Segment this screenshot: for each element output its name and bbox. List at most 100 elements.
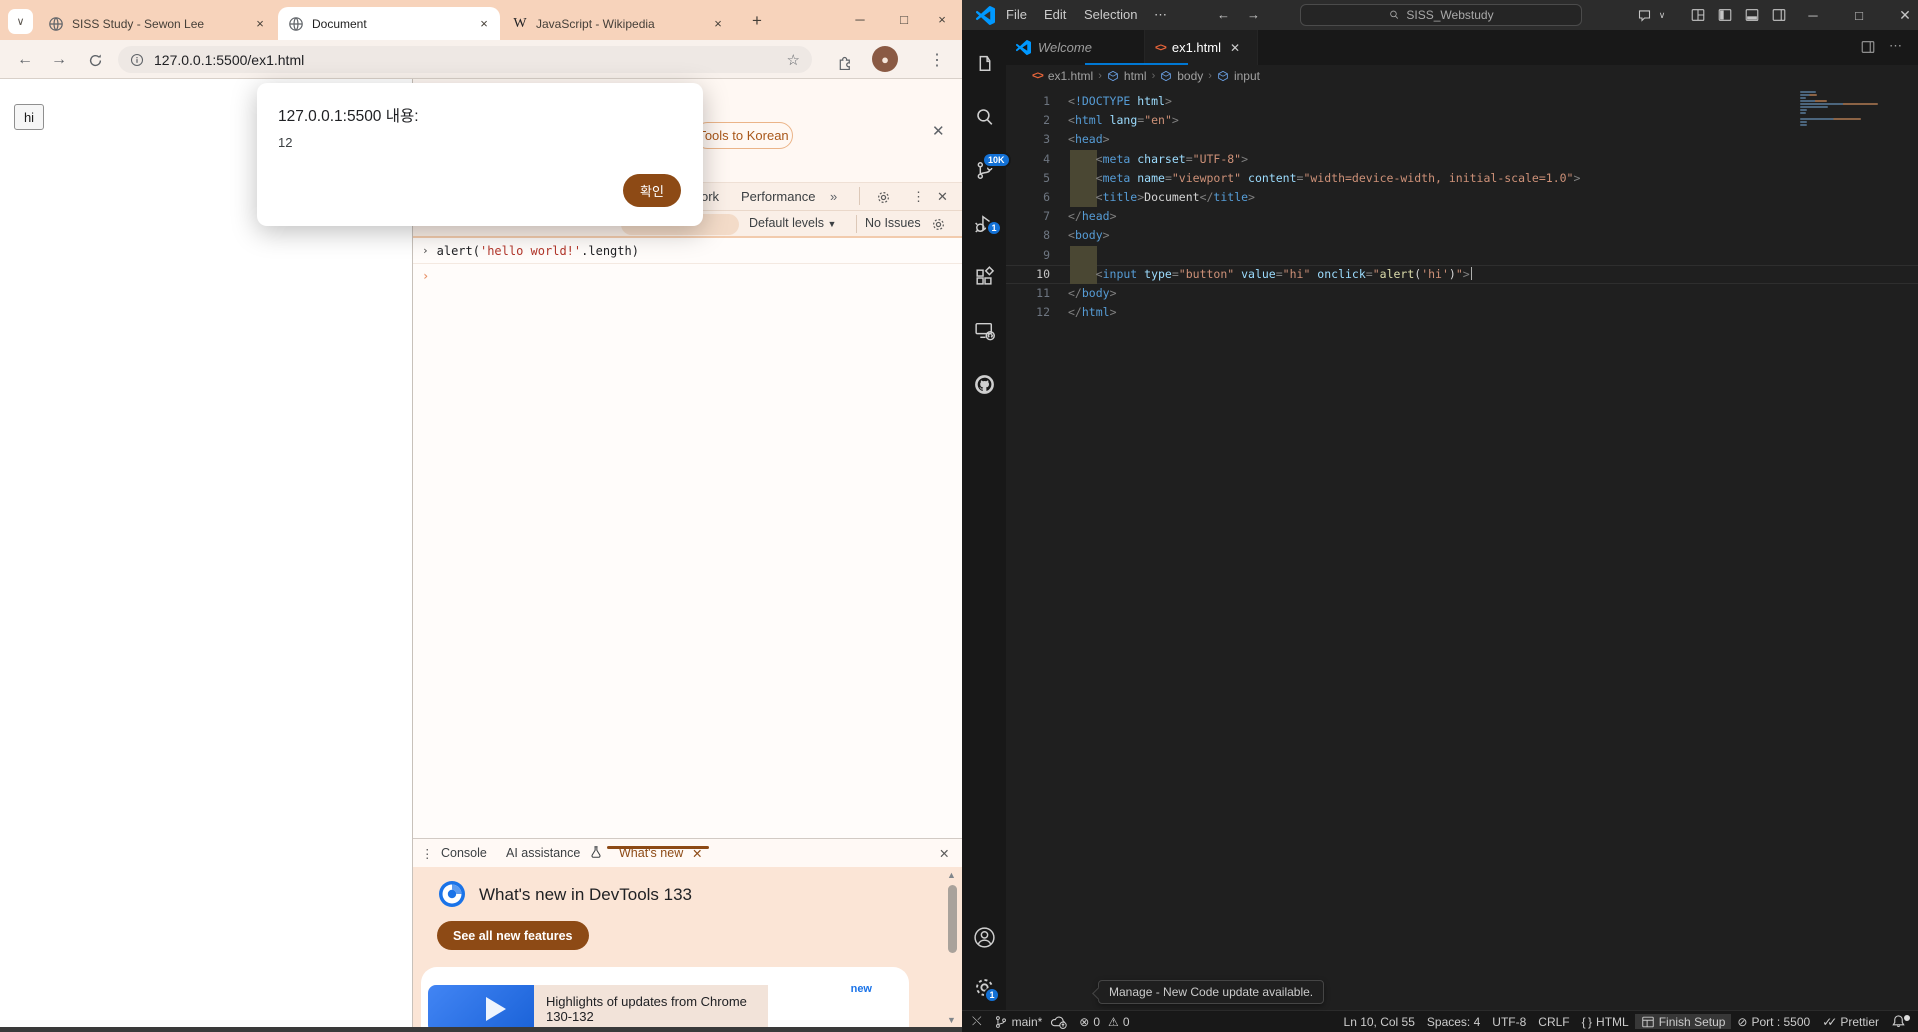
breadcrumb-html[interactable]: html: [1124, 69, 1147, 83]
bookmark-star-icon[interactable]: ☆: [787, 51, 800, 69]
drawer-close-icon[interactable]: ✕: [939, 846, 949, 861]
new-tab-button[interactable]: +: [746, 10, 768, 32]
devtools-close-icon[interactable]: ✕: [937, 189, 948, 205]
code-line[interactable]: 5<meta name="viewport" content="width=de…: [1006, 169, 1918, 188]
alert-confirm-button[interactable]: 확인: [623, 174, 681, 207]
address-bar[interactable]: 127.0.0.1:5500/ex1.html ☆: [118, 46, 812, 73]
issues-counter[interactable]: No Issues: [865, 216, 921, 230]
prettier-item[interactable]: ✓✓Prettier: [1816, 1015, 1885, 1029]
history-forward-icon[interactable]: →: [1247, 7, 1260, 22]
customize-layout-icon[interactable]: [1688, 6, 1708, 24]
tab-close-icon[interactable]: ×: [476, 16, 492, 32]
menu-file[interactable]: File: [1006, 7, 1027, 22]
code-line[interactable]: 4<meta charset="UTF-8">: [1006, 150, 1918, 169]
video-thumbnail[interactable]: [428, 985, 534, 1032]
drawer-kebab-icon[interactable]: ⋮: [421, 846, 434, 861]
toggle-secondary-sidebar-icon[interactable]: [1769, 6, 1789, 24]
code-line[interactable]: 7</head>: [1006, 207, 1918, 226]
code-line[interactable]: 12</html>: [1006, 303, 1918, 322]
live-server-port[interactable]: ⊘Port : 5500: [1731, 1015, 1816, 1029]
devtools-kebab-icon[interactable]: ⋮: [912, 189, 925, 205]
breadcrumb-input[interactable]: input: [1234, 69, 1260, 83]
code-line[interactable]: 8<body>: [1006, 226, 1918, 245]
chrome-menu-kebab-icon[interactable]: ⋮: [924, 47, 950, 73]
console-expression-row[interactable]: › alert('hello world!'.length): [413, 238, 962, 264]
indentation[interactable]: Spaces: 4: [1421, 1015, 1486, 1029]
scroll-down-icon[interactable]: ▼: [947, 1015, 956, 1025]
site-info-icon[interactable]: [130, 53, 144, 67]
code-line[interactable]: 10<input type="button" value="hi" onclic…: [1006, 265, 1918, 284]
editor-actions-kebab-icon[interactable]: ⋯: [1889, 38, 1902, 54]
whats-new-item[interactable]: Highlights of updates from Chrome 130-13…: [534, 985, 768, 1032]
extensions-icon[interactable]: [962, 255, 1006, 299]
copilot-icon[interactable]: [1634, 6, 1654, 24]
scrollbar-thumb[interactable]: [948, 885, 957, 953]
finish-setup-item[interactable]: Finish Setup: [1635, 1014, 1732, 1029]
command-center-search[interactable]: SISS_Webstudy: [1300, 4, 1582, 26]
browser-tab-2-active[interactable]: Document ×: [278, 7, 500, 40]
page-hi-button[interactable]: hi: [14, 104, 44, 130]
account-icon[interactable]: [962, 915, 1006, 959]
toggle-panel-icon[interactable]: [1742, 6, 1762, 24]
encoding[interactable]: UTF-8: [1486, 1015, 1532, 1029]
update-notification-tooltip[interactable]: Manage - New Code update available.: [1098, 980, 1324, 1004]
remote-explorer-icon[interactable]: [962, 308, 1006, 352]
code-line[interactable]: 1<!DOCTYPE html>: [1006, 92, 1918, 111]
menu-selection[interactable]: Selection: [1084, 7, 1137, 22]
cursor-position[interactable]: Ln 10, Col 55: [1338, 1015, 1421, 1029]
vscode-maximize-button[interactable]: □: [1844, 6, 1874, 24]
browser-tab-3[interactable]: W JavaScript - Wikipedia ×: [502, 7, 734, 40]
explorer-icon[interactable]: [962, 42, 1006, 86]
code-editor[interactable]: 1<!DOCTYPE html>2<html lang="en">3<head>…: [1006, 87, 1918, 1010]
chrome-minimize-button[interactable]: ─: [840, 2, 880, 36]
notifications-bell-icon[interactable]: [1885, 1014, 1918, 1029]
problems-item[interactable]: ⊗0 ⚠0: [1073, 1015, 1135, 1029]
profile-avatar[interactable]: ●: [872, 46, 898, 72]
code-line[interactable]: 6<title>Document</title>: [1006, 188, 1918, 207]
breadcrumb-file[interactable]: ex1.html: [1048, 69, 1093, 83]
see-all-features-button[interactable]: See all new features: [437, 921, 589, 950]
forward-icon[interactable]: →: [46, 47, 72, 73]
extensions-icon[interactable]: [832, 48, 858, 74]
chrome-close-button[interactable]: ×: [922, 2, 962, 36]
browser-tab-1[interactable]: SISS Study - Sewon Lee ×: [38, 7, 276, 40]
code-line[interactable]: 11</body>: [1006, 284, 1918, 303]
menu-edit[interactable]: Edit: [1044, 7, 1066, 22]
git-branch-item[interactable]: main*: [988, 1014, 1074, 1029]
tab-welcome[interactable]: Welcome: [1006, 30, 1145, 65]
devtools-tab-performance[interactable]: Performance: [741, 189, 815, 204]
toggle-sidebar-icon[interactable]: [1715, 6, 1735, 24]
console-settings-gear-icon[interactable]: [931, 217, 946, 232]
more-tabs-icon[interactable]: »: [830, 189, 837, 204]
tab-search-button[interactable]: ∨: [8, 9, 33, 34]
console-input-row[interactable]: ›: [413, 264, 962, 288]
tab-close-icon[interactable]: ✕: [1230, 41, 1240, 55]
github-icon[interactable]: [962, 362, 1006, 406]
remote-indicator-icon[interactable]: ⤬: [962, 1014, 988, 1029]
drawer-tab-ai-assistance[interactable]: AI assistance: [506, 846, 580, 860]
code-line[interactable]: 3<head>: [1006, 130, 1918, 149]
vscode-close-button[interactable]: ✕: [1890, 6, 1918, 24]
log-levels-dropdown[interactable]: Default levels ▼: [749, 216, 836, 230]
url-text[interactable]: 127.0.0.1:5500/ex1.html: [154, 52, 787, 68]
manage-gear-icon[interactable]: [962, 965, 1006, 1009]
infobar-close-icon[interactable]: ✕: [932, 122, 945, 140]
chrome-maximize-button[interactable]: □: [884, 2, 924, 36]
tab-close-icon[interactable]: ×: [710, 16, 726, 32]
search-icon[interactable]: [962, 95, 1006, 139]
code-line[interactable]: 9: [1006, 246, 1918, 265]
breadcrumb-body[interactable]: body: [1177, 69, 1203, 83]
devtools-settings-gear-icon[interactable]: [876, 190, 891, 205]
minimap[interactable]: [1800, 91, 1884, 127]
eol[interactable]: CRLF: [1532, 1015, 1575, 1029]
code-line[interactable]: 2<html lang="en">: [1006, 111, 1918, 130]
split-editor-icon[interactable]: [1860, 39, 1876, 55]
tab-close-icon[interactable]: ×: [252, 16, 268, 32]
translate-devtools-button[interactable]: Tools to Korean: [694, 122, 793, 149]
menu-more[interactable]: ⋯: [1154, 7, 1167, 23]
back-icon[interactable]: ←: [12, 47, 38, 73]
vscode-minimize-button[interactable]: ─: [1798, 6, 1828, 24]
language-mode[interactable]: { }HTML: [1576, 1015, 1635, 1029]
history-back-icon[interactable]: ←: [1217, 7, 1230, 22]
reload-icon[interactable]: [82, 47, 108, 73]
